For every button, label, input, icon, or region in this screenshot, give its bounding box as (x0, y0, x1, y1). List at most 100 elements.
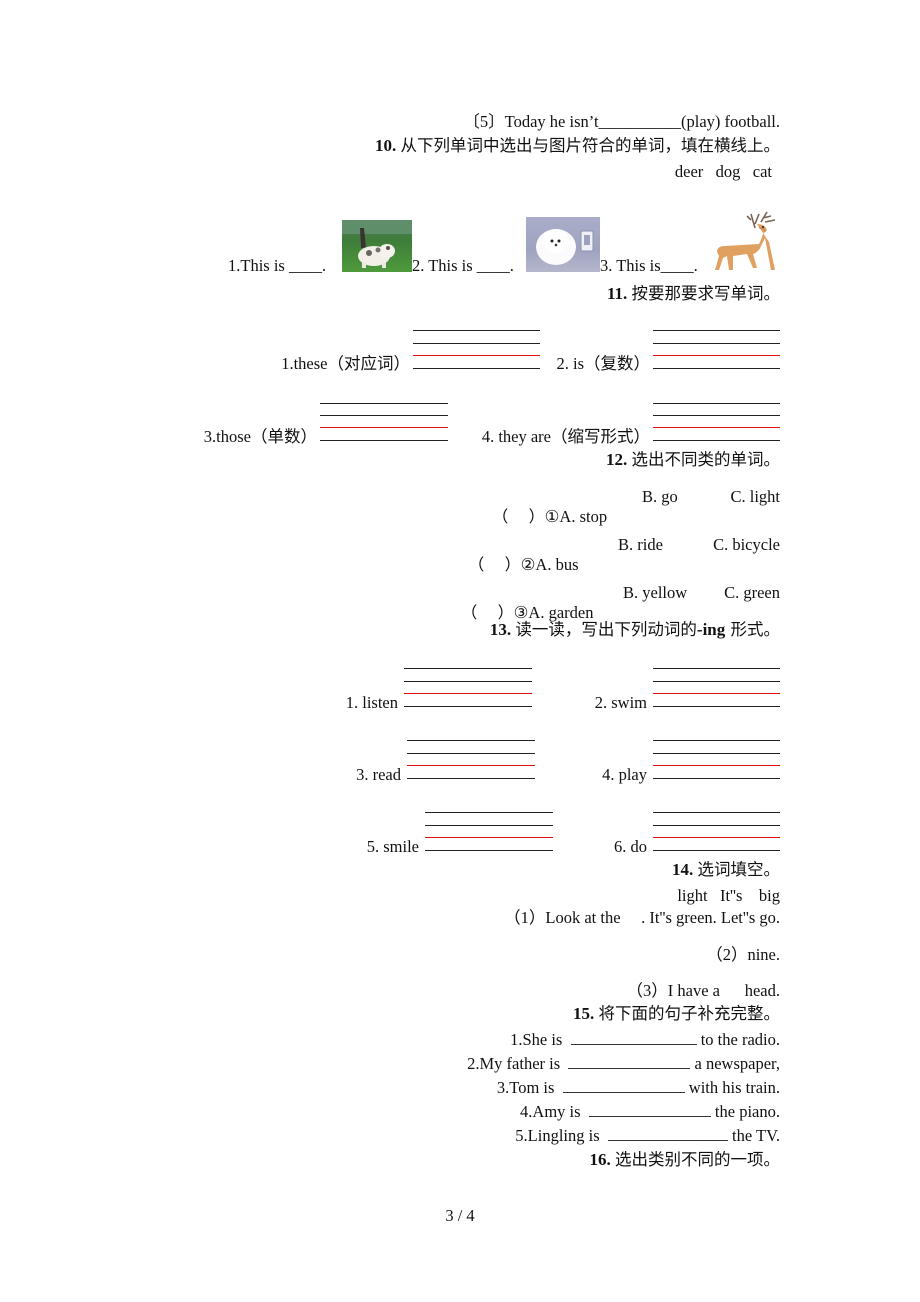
q12-item-3: （ ）③A. garden (461, 603, 594, 622)
guide-line-red (425, 837, 553, 838)
q11-number: 11. (606, 284, 628, 303)
q14-instruction: 选词填空。 (697, 860, 781, 879)
q13-item-2-label: 2. swim (594, 693, 647, 712)
q14-heading: 14. 选词填空。 (672, 860, 780, 880)
q15-instruction: 将下面的句子补充完整。 (598, 1004, 781, 1023)
guide-line-base (407, 778, 535, 779)
guide-line-upper (653, 415, 780, 416)
guide-line-base (653, 440, 780, 441)
guide-line-red (653, 355, 780, 356)
guide-line-base (653, 850, 780, 851)
q11-item-1-label: 1.these（对应词） (281, 354, 410, 373)
guide-line-upper (653, 825, 780, 826)
q16-heading: 16. 选出类别不同的一项。 (590, 1150, 781, 1170)
q10-instruction: 从下列单词中选出与图片符合的单词，填在横线上。 (400, 136, 781, 155)
answer-blank[interactable] (562, 1078, 685, 1093)
guide-line-base (413, 368, 540, 369)
q13-item-3-label: 3. read (356, 765, 401, 784)
q11-heading: 11. 按要那要求写单词。 (607, 284, 780, 304)
page-number: 3 / 4 (445, 1206, 475, 1225)
q13-item-4-label: 4. play (602, 765, 647, 784)
answer-bracket[interactable]: （ ） (492, 507, 544, 526)
guide-line-base (653, 368, 780, 369)
q14-word-bank: light It''s big (677, 886, 780, 905)
q10-item-1: 1.This is ____. (228, 256, 327, 275)
q10-heading: 10. 从下列单词中选出与图片符合的单词，填在横线上。 (375, 136, 780, 156)
guide-line-base (653, 778, 780, 779)
answer-bracket[interactable]: （ ） (468, 555, 520, 574)
guide-line-upper (425, 825, 553, 826)
q15-item-5: 5.Lingling is the TV. (515, 1126, 780, 1145)
q14-item-1: （1）Look at the . It''s green. Let''s go. (504, 908, 780, 927)
guide-line-top (413, 330, 540, 331)
q14-item-2: （2）nine. (706, 945, 780, 964)
cat-icon (342, 220, 412, 268)
q10-item-2: 2. This is ____. (412, 256, 514, 275)
q10-word-bank: deer dog cat (674, 162, 772, 181)
q13-number: 13. (489, 620, 512, 639)
q15-item-2: 2.My father is a newspaper, (467, 1054, 780, 1073)
guide-line-base (425, 850, 553, 851)
q10-item-3: 3. This is____. (600, 256, 698, 275)
answer-blank[interactable] (607, 1126, 728, 1141)
guide-line-top (425, 812, 553, 813)
answer-blank[interactable] (588, 1102, 711, 1117)
guide-line-upper (653, 753, 780, 754)
guide-line-upper (320, 415, 448, 416)
q11-item-3-label: 3.those（单数） (203, 427, 317, 446)
guide-line-red (653, 427, 780, 428)
guide-line-base (404, 706, 532, 707)
guide-line-base (653, 706, 780, 707)
guide-line-upper (653, 681, 780, 682)
q15-heading: 15. 将下面的句子补充完整。 (573, 1004, 780, 1024)
answer-blank[interactable] (568, 1054, 691, 1069)
q14-number: 14. (672, 860, 694, 879)
guide-line-base (320, 440, 448, 441)
answer-blank[interactable] (570, 1030, 697, 1045)
q16-instruction: 选出类别不同的一项。 (615, 1150, 780, 1169)
guide-line-upper (404, 681, 532, 682)
dog-icon (536, 229, 594, 265)
guide-line-red (653, 837, 780, 838)
q16-number: 16. (589, 1150, 611, 1169)
guide-line-top (320, 403, 448, 404)
guide-line-upper (653, 343, 780, 344)
deer-illustration (705, 210, 783, 274)
q12-instruction: 选出不同类的单词。 (631, 450, 781, 469)
q12-item-3-option-c: C. green (724, 583, 780, 602)
guide-line-top (653, 330, 780, 331)
option-a: A. stop (559, 507, 608, 526)
q11-item-4-label: 4. they are（缩写形式） (481, 427, 650, 446)
guide-line-red (407, 765, 535, 766)
q13-item-6-label: 6. do (614, 837, 647, 856)
q14-item-3: （3）I have a head. (626, 981, 781, 1000)
q11-item-2-label: 2. is（复数） (556, 354, 650, 373)
cat-photo (342, 220, 412, 272)
guide-line-top (653, 403, 780, 404)
q12-item-2: （ ）②A. bus (468, 555, 579, 574)
guide-line-red (320, 427, 448, 428)
q12-item-2-option-b: B. ride (618, 535, 663, 554)
dog-photo (526, 217, 600, 272)
guide-line-red (653, 693, 780, 694)
option-a: A. bus (535, 555, 579, 574)
guide-line-upper (407, 753, 535, 754)
q15-item-1: 1.She is to the radio. (510, 1030, 780, 1049)
q11-instruction: 按要那要求写单词。 (631, 284, 781, 303)
q12-item-1-option-c: C. light (730, 487, 780, 506)
guide-line-top (404, 668, 532, 669)
q13-item-1-label: 1. listen (345, 693, 398, 712)
q12-item-1-option-b: B. go (642, 487, 678, 506)
q9-item-5: 〔5〕Today he isn’t__________(play) footba… (463, 112, 780, 131)
q13-heading: 13. 读一读，写出下列动词的-ing 形式。 (489, 620, 780, 639)
q15-number: 15. (573, 1004, 595, 1023)
q12-item-2-option-c: C. bicycle (713, 535, 780, 554)
q12-item-1: （ ）①A. stop (492, 507, 608, 526)
q12-number: 12. (606, 450, 628, 469)
q10-number: 10. (375, 136, 397, 155)
deer-icon (715, 211, 776, 270)
q13-item-5-label: 5. smile (366, 837, 419, 856)
q15-item-4: 4.Amy is the piano. (520, 1102, 780, 1121)
q12-heading: 12. 选出不同类的单词。 (606, 450, 780, 470)
guide-line-top (653, 740, 780, 741)
